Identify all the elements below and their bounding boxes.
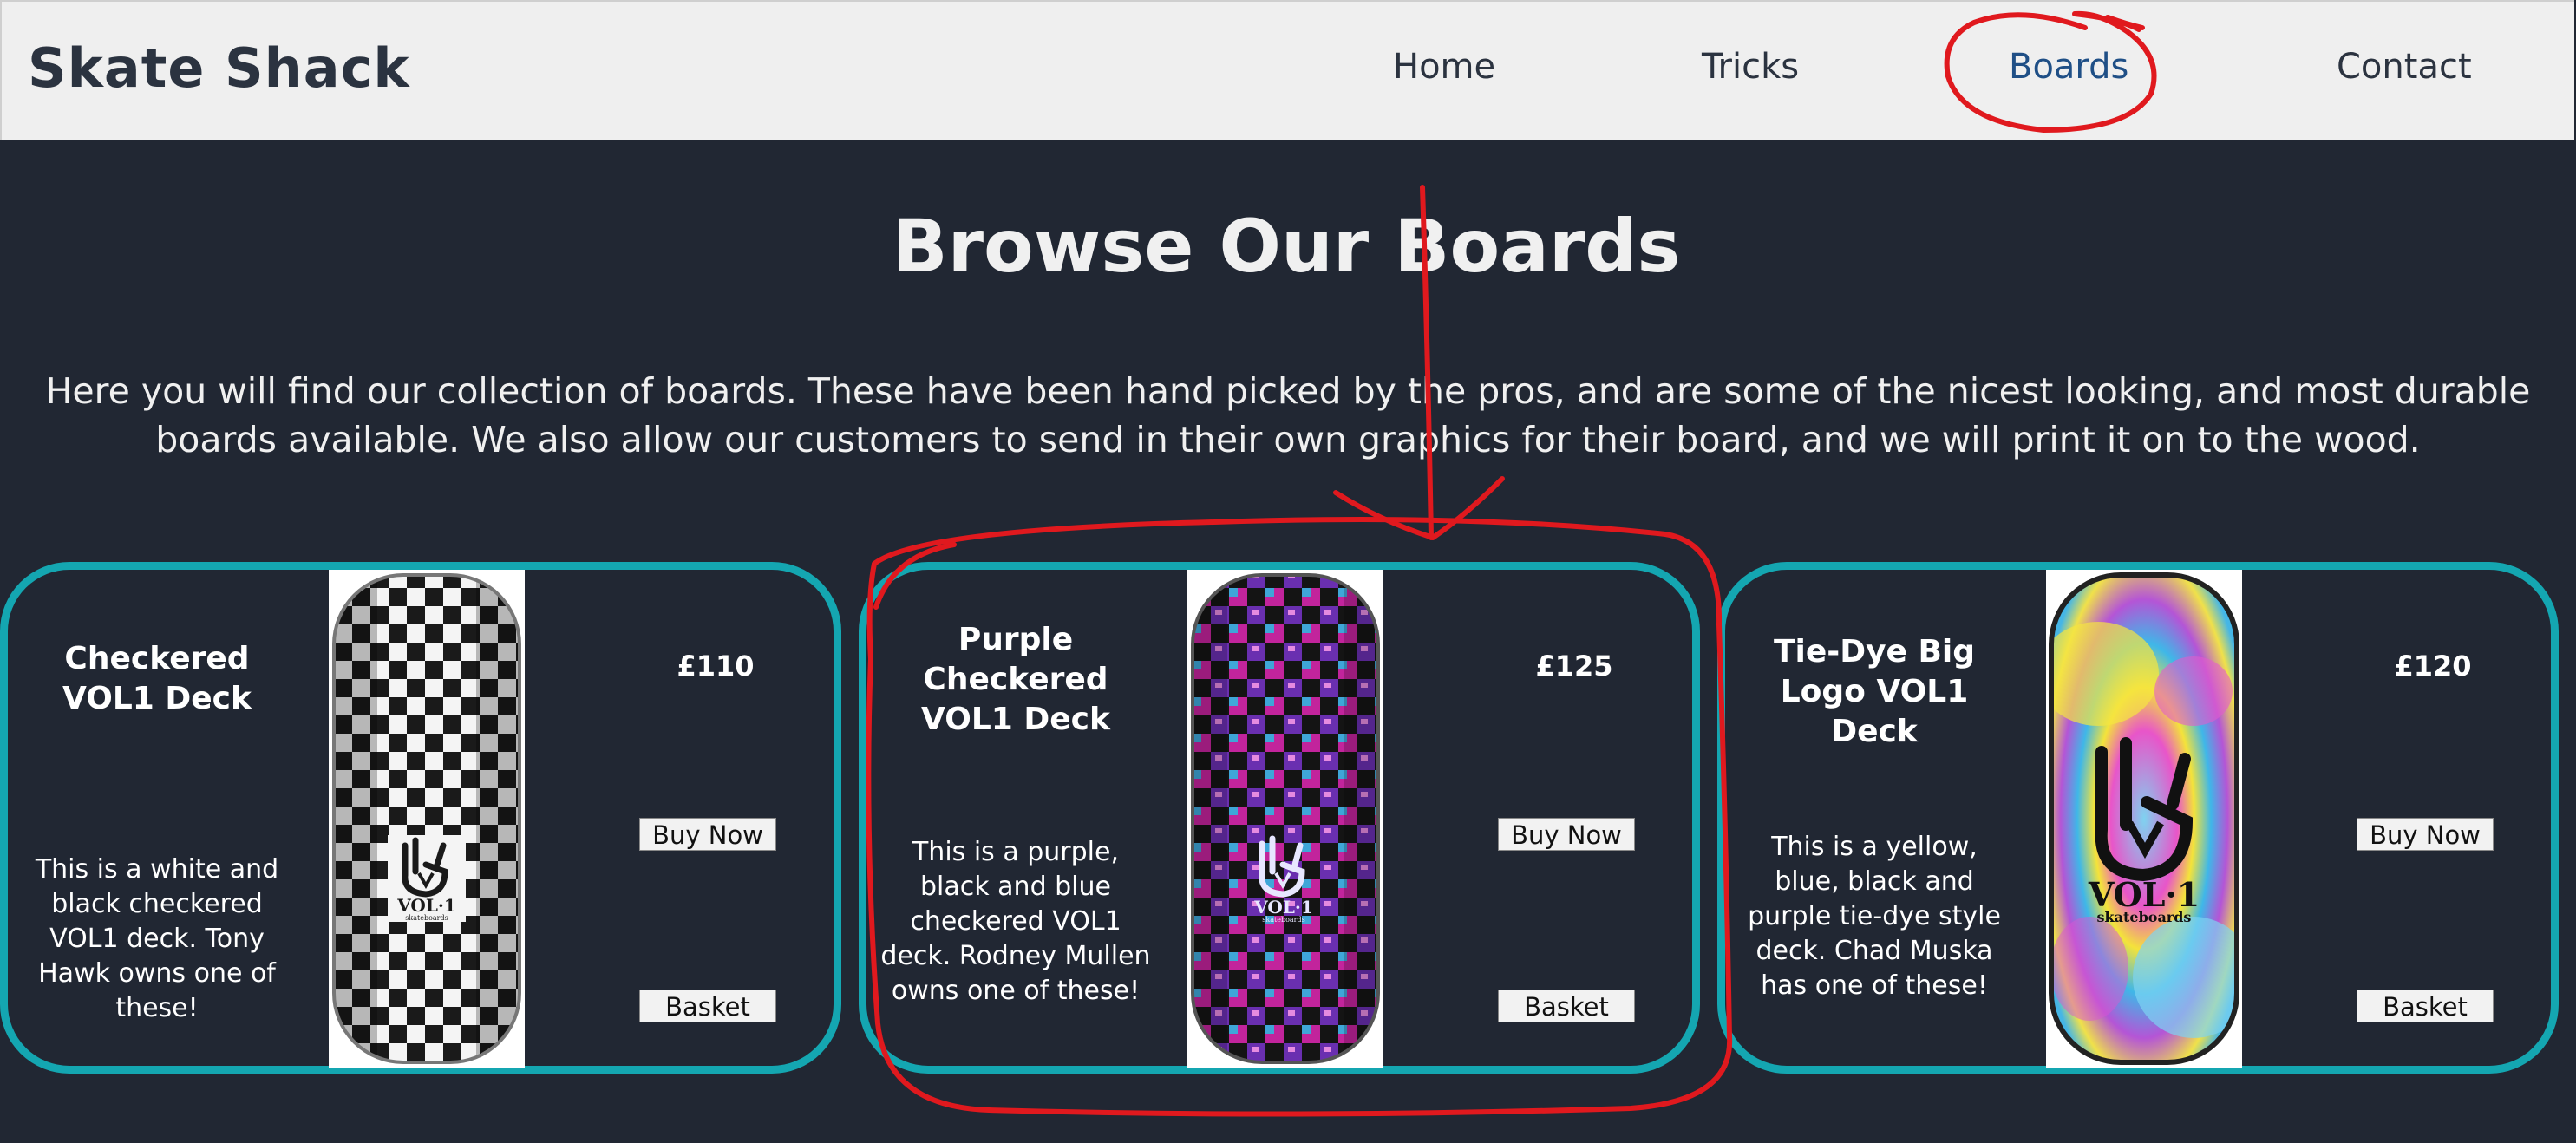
product-description: This is a purple, black and blue checker…	[880, 837, 1151, 1006]
product-title: Tie-Dye Big Logo VOL1 Deck	[1773, 634, 1976, 749]
board-logo-text: VOL·1	[1253, 897, 1313, 918]
intro-paragraph: Here you will find our collection of boa…	[45, 370, 2531, 460]
basket-button[interactable]: Basket	[1498, 990, 1635, 1022]
product-price: £125	[1535, 650, 1613, 683]
board-logo-sub: skateboards	[405, 914, 448, 922]
product-title: Purple Checkered VOL1 Deck	[921, 622, 1110, 737]
basket-button[interactable]: Basket	[639, 990, 776, 1022]
nav-link-boards[interactable]: Boards	[2009, 47, 2128, 87]
nav-link-contact[interactable]: Contact	[2337, 47, 2472, 87]
product-card: Tie-Dye Big Logo VOL1 Deck This is a yel…	[1717, 562, 2559, 1074]
buy-now-button[interactable]: Buy Now	[1498, 818, 1635, 851]
product-card: Purple Checkered VOL1 Deck This is a pur…	[859, 562, 1700, 1074]
buy-now-button[interactable]: Buy Now	[639, 818, 776, 851]
board-logo-text: VOL·1	[396, 895, 456, 916]
product-image: VOL·1 skateboards	[2046, 570, 2242, 1068]
top-navbar: Skate Shack Home Tricks Boards Contact	[0, 0, 2574, 140]
product-image: VOL·1 skateboards	[1187, 570, 1383, 1068]
product-price: £110	[677, 650, 755, 683]
site-brand[interactable]: Skate Shack	[28, 36, 410, 100]
product-card: Checkered VOL1 Deck This is a white and …	[0, 562, 841, 1074]
page-title: Browse Our Boards	[892, 204, 1681, 289]
product-image: VOL·1 skateboards	[329, 570, 525, 1068]
board-logo-sub: skateboards	[2097, 909, 2192, 925]
product-price: £120	[2394, 650, 2472, 683]
product-description: This is a white and black checkered VOL1…	[35, 854, 279, 1023]
product-description: This is a yellow, blue, black and purple…	[1748, 832, 2001, 1001]
product-title: Checkered VOL1 Deck	[62, 641, 252, 716]
basket-button[interactable]: Basket	[2357, 990, 2494, 1022]
nav-link-tricks[interactable]: Tricks	[1702, 47, 1799, 87]
buy-now-button[interactable]: Buy Now	[2357, 818, 2494, 851]
nav-link-home[interactable]: Home	[1393, 47, 1495, 87]
board-logo-sub: skateboards	[1262, 916, 1304, 924]
